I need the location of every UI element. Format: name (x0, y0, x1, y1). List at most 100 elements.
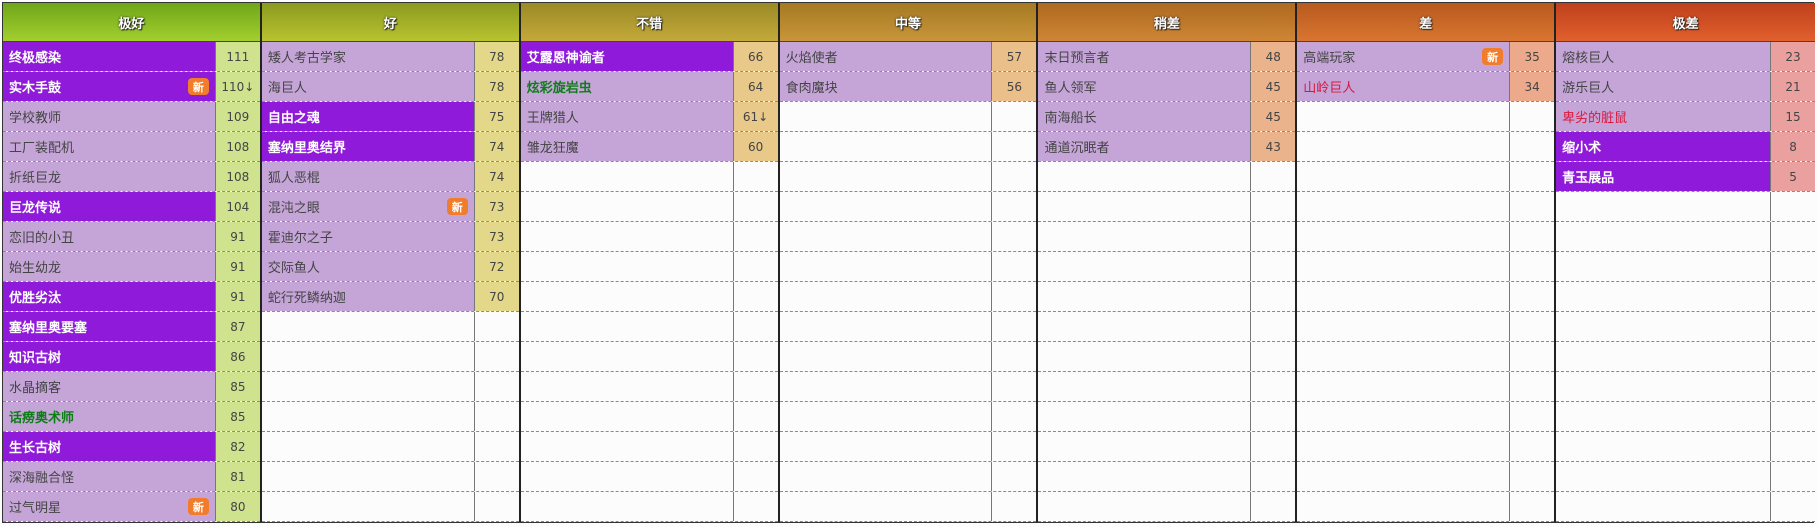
empty-row (1297, 402, 1555, 432)
empty-cell (1556, 252, 1772, 281)
empty-row (1297, 132, 1555, 162)
empty-score-cell (734, 402, 778, 431)
tier-column: 好 矮人考古学家 78 海巨人 78 自由之魂 75 塞纳里奥结界 74 狐人恶棍 74 混沌之眼新… (261, 3, 521, 522)
empty-row (261, 462, 519, 492)
card-name: 霍迪尔之子 (261, 222, 475, 251)
empty-row (779, 492, 1037, 522)
tier-column: 不错 艾露恩神谕者 66 炫彩旋岩虫 64 王牌猎人 61↓ 雏龙狂魔 60 (520, 3, 780, 522)
empty-row (1556, 492, 1816, 522)
empty-score-cell (1510, 192, 1554, 221)
empty-cell (1556, 372, 1772, 401)
empty-cell (780, 372, 993, 401)
card-name: 炫彩旋岩虫 (520, 72, 734, 101)
empty-cell (1297, 222, 1511, 251)
empty-cell (521, 342, 734, 371)
card-score: 73 (474, 222, 519, 251)
empty-score-cell (992, 492, 1036, 521)
empty-row (779, 102, 1037, 132)
card-score: 73 (474, 192, 519, 221)
empty-cell (1297, 372, 1511, 401)
card-row: 高端玩家新 35 (1297, 42, 1555, 72)
empty-cell (262, 342, 475, 371)
empty-row (779, 402, 1037, 432)
card-name: 通道沉眠者 (1038, 132, 1252, 161)
empty-cell (1038, 252, 1252, 281)
tier-header: 不错 (520, 3, 778, 42)
card-score: 74 (474, 162, 519, 191)
card-score: 5 (1771, 162, 1816, 191)
empty-score-cell (734, 162, 778, 191)
empty-row (1297, 102, 1555, 132)
empty-row (779, 132, 1037, 162)
empty-score-cell (1510, 162, 1554, 191)
card-row: 生长古树 82 (3, 432, 260, 462)
tier-column: 中等 火焰使者 57 食肉魔块 56 (779, 3, 1039, 522)
card-row: 游乐巨人 21 (1556, 72, 1816, 102)
card-row: 交际鱼人 72 (261, 252, 519, 282)
empty-row (1297, 372, 1555, 402)
card-name: 交际鱼人 (261, 252, 475, 281)
empty-cell (780, 162, 993, 191)
card-row: 末日预言者 48 (1038, 42, 1296, 72)
empty-cell (780, 252, 993, 281)
empty-row (1297, 192, 1555, 222)
card-row: 狐人恶棍 74 (261, 162, 519, 192)
empty-score-cell (1771, 222, 1815, 251)
empty-score-cell (1251, 192, 1295, 221)
empty-cell (1556, 342, 1772, 371)
card-name: 话痨奥术师 (3, 402, 216, 431)
empty-cell (1038, 492, 1252, 521)
empty-cell (521, 192, 734, 221)
card-name: 艾露恩神谕者 (520, 42, 734, 71)
card-score: 45 (1251, 72, 1296, 101)
empty-cell (262, 492, 475, 521)
empty-cell (1297, 282, 1511, 311)
empty-row (779, 162, 1037, 192)
card-row: 塞纳里奥要塞 87 (3, 312, 260, 342)
card-row: 王牌猎人 61↓ (520, 102, 778, 132)
empty-row (520, 312, 778, 342)
card-name: 实木手鼓新 (3, 72, 216, 101)
card-row: 卑劣的脏鼠 15 (1556, 102, 1816, 132)
empty-score-cell (1771, 282, 1815, 311)
empty-score-cell (734, 192, 778, 221)
empty-cell (780, 342, 993, 371)
empty-cell (1556, 312, 1772, 341)
card-score: 48 (1251, 42, 1296, 71)
card-score: 21 (1771, 72, 1816, 101)
new-badge: 新 (187, 78, 209, 95)
card-row: 青玉展品 5 (1556, 162, 1816, 192)
empty-score-cell (992, 372, 1036, 401)
empty-row (1556, 342, 1816, 372)
empty-cell (780, 492, 993, 521)
empty-score-cell (1510, 222, 1554, 251)
empty-score-cell (734, 222, 778, 251)
card-row: 塞纳里奥结界 74 (261, 132, 519, 162)
empty-score-cell (475, 312, 519, 341)
empty-row (520, 342, 778, 372)
empty-score-cell (734, 282, 778, 311)
empty-cell (262, 372, 475, 401)
empty-cell (1556, 492, 1772, 521)
empty-cell (521, 162, 734, 191)
card-name: 食肉魔块 (779, 72, 993, 101)
card-name: 高端玩家新 (1297, 42, 1511, 71)
empty-score-cell (1251, 222, 1295, 251)
card-score: 85 (215, 372, 260, 401)
empty-score-cell (734, 462, 778, 491)
tier-rows: 末日预言者 48 鱼人领军 45 南海船长 45 通道沉眠者 43 (1038, 42, 1296, 522)
empty-cell (1038, 432, 1252, 461)
card-score: 111 (215, 42, 260, 71)
empty-cell (780, 192, 993, 221)
empty-score-cell (1510, 252, 1554, 281)
empty-row (261, 372, 519, 402)
empty-score-cell (734, 432, 778, 461)
empty-cell (262, 462, 475, 491)
empty-cell (521, 222, 734, 251)
card-name: 矮人考古学家 (261, 42, 475, 71)
card-name: 塞纳里奥结界 (261, 132, 475, 161)
empty-row (520, 282, 778, 312)
empty-cell (1556, 222, 1772, 251)
empty-cell (1038, 312, 1252, 341)
tier-header: 中等 (779, 3, 1037, 42)
